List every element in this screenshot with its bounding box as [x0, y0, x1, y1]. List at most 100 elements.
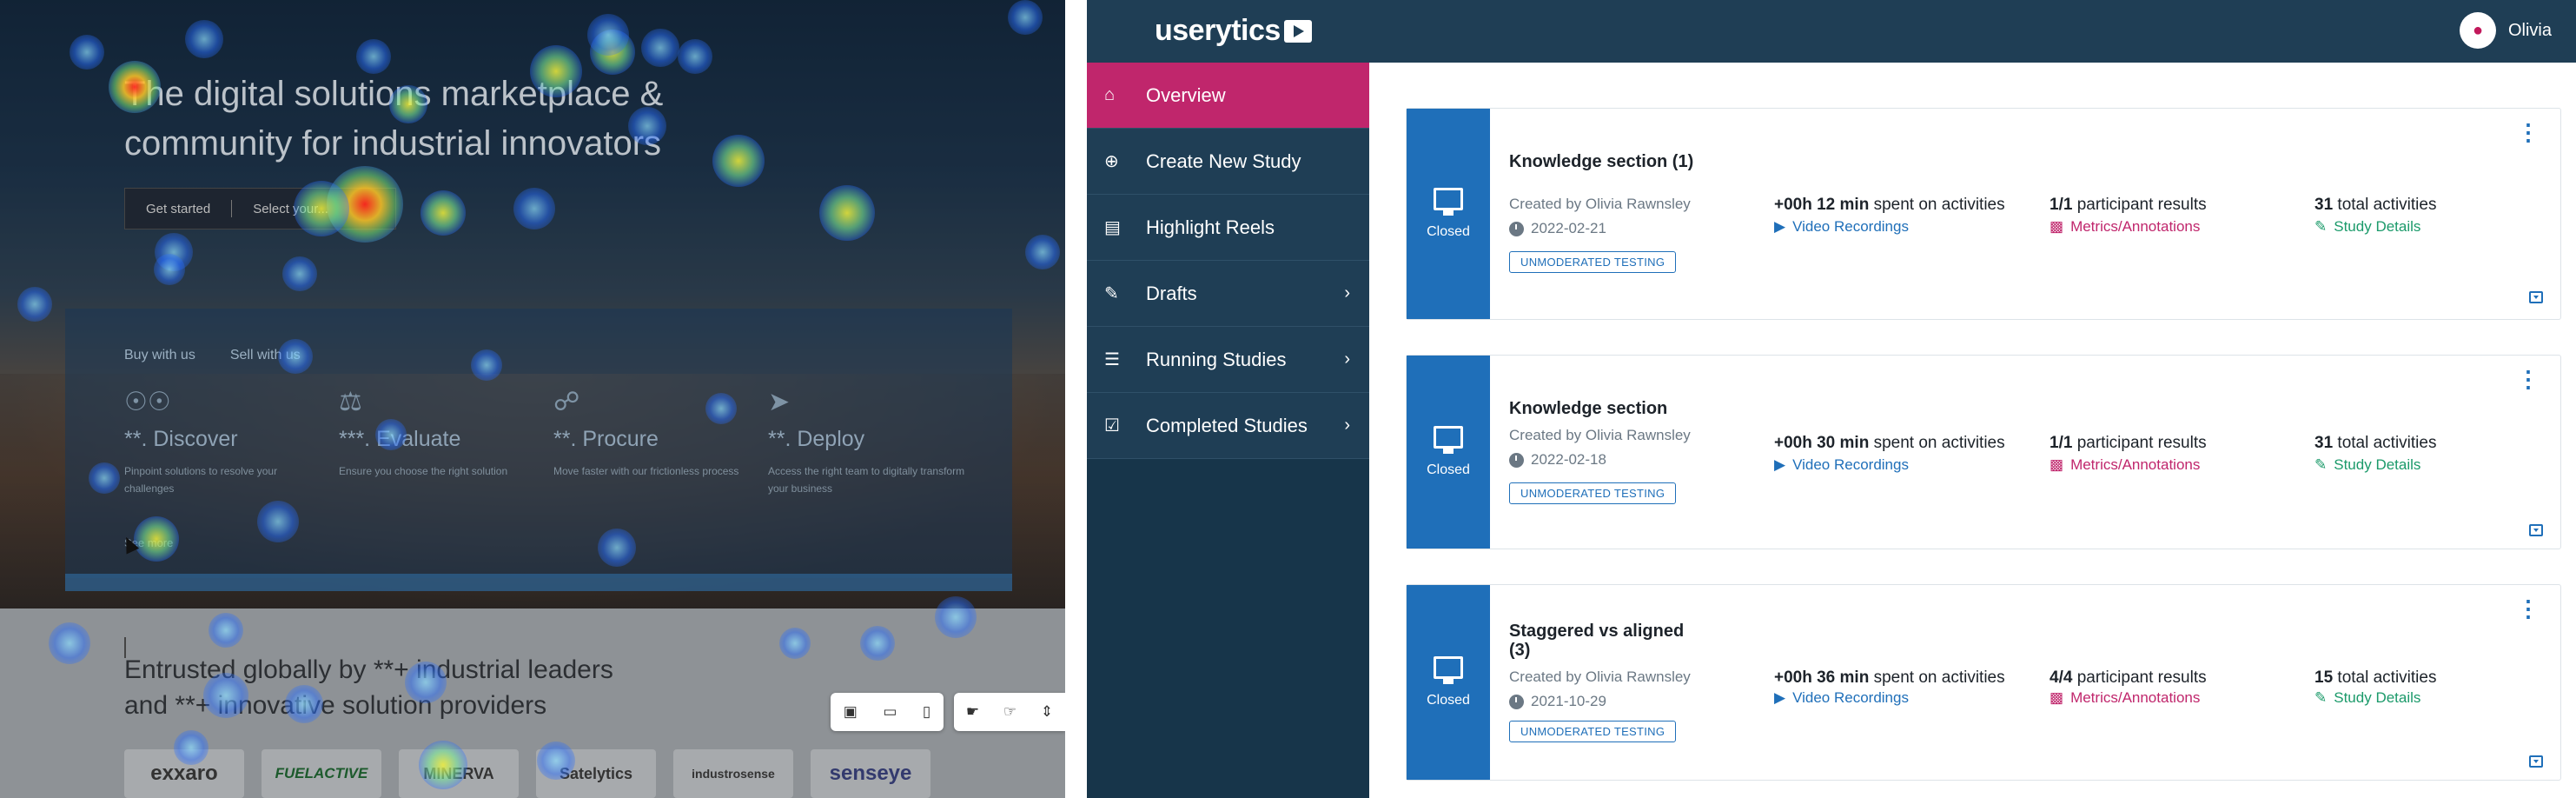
clock-icon	[1509, 694, 1524, 709]
buy-sell-tabs: Buy with us Sell with us	[124, 348, 301, 363]
video-recordings-link[interactable]: ▶ Video Recordings	[1774, 689, 1909, 707]
sidebar-item-label: Create New Study	[1146, 150, 1301, 172]
more-options-icon[interactable]: ⋮	[2517, 121, 2540, 143]
bar-chart-icon: ▩	[2050, 218, 2064, 235]
video-link-label: Video Recordings	[1792, 218, 1909, 235]
chevron-right-icon: ›	[1344, 349, 1350, 369]
sidebar: ⌂ Overview ⊕ Create New Study ▤ Highligh…	[1087, 63, 1369, 798]
status-label: Closed	[1427, 693, 1470, 708]
metrics-annotations-link[interactable]: ▩ Metrics/Annotations	[2050, 456, 2200, 474]
handshake-icon: ☍	[553, 388, 580, 416]
clock-icon	[1509, 221, 1524, 236]
heatmap-preview: The digital solutions marketplace & comm…	[0, 0, 1065, 798]
metrics-annotations-link[interactable]: ▩ Metrics/Annotations	[2050, 218, 2200, 236]
chevron-right-icon: ›	[1344, 283, 1350, 303]
sidebar-item-drafts[interactable]: ✎ Drafts ›	[1087, 261, 1369, 327]
participants-value: 1/1	[2050, 434, 2073, 452]
study-details-link[interactable]: ✎ Study Details	[2314, 218, 2420, 236]
step-desc: Access the right team to digitally trans…	[768, 465, 965, 495]
step-desc: Ensure you choose the right solution	[339, 465, 508, 477]
details-link-label: Study Details	[2334, 689, 2421, 706]
user-menu[interactable]: ● Olivia	[2459, 12, 2552, 49]
study-title[interactable]: Staggered vs aligned (3)	[1509, 622, 1709, 660]
user-name: Olivia	[2507, 20, 2552, 40]
participants-suffix: participant results	[2076, 196, 2207, 214]
details-link-label: Study Details	[2334, 218, 2421, 235]
more-options-icon[interactable]: ⋮	[2517, 368, 2540, 390]
study-date-value: 2022-02-21	[1531, 220, 1606, 236]
time-metric: +00h 36 min spent on activities	[1774, 668, 2005, 688]
tab-sell[interactable]: Sell with us	[230, 348, 301, 363]
participants-metric: 1/1 participant results	[2050, 196, 2207, 215]
step-title: ***. Evaluate	[339, 427, 461, 451]
video-recordings-link[interactable]: ▶ Video Recordings	[1774, 218, 1909, 236]
video-camera-icon: ▶	[1774, 689, 1786, 706]
expand-icon[interactable]	[2529, 755, 2543, 768]
status-label: Closed	[1427, 224, 1470, 239]
sidebar-item-running-studies[interactable]: ☰ Running Studies ›	[1087, 327, 1369, 393]
tablet-icon[interactable]: ▭	[883, 703, 897, 721]
rocket-icon: ➤	[768, 388, 791, 416]
client-logo-industrosense: industrosense	[673, 749, 793, 798]
userytics-app: userytics ● Olivia ⌂ Overview ⊕ Create N…	[1087, 0, 2576, 798]
test-type-badge: UNMODERATED TESTING	[1509, 721, 1677, 742]
sidebar-item-highlight-reels[interactable]: ▤ Highlight Reels	[1087, 195, 1369, 261]
client-logo-senseye: senseye	[811, 749, 930, 798]
time-suffix: spent on activities	[1873, 434, 2005, 452]
step-desc: Move faster with our frictionless proces…	[553, 465, 739, 477]
video-recordings-link[interactable]: ▶ Video Recordings	[1774, 456, 1909, 474]
metrics-annotations-link[interactable]: ▩ Metrics/Annotations	[2050, 689, 2200, 707]
study-creator: Created by Olivia Rawnsley	[1509, 668, 1691, 685]
participants-suffix: participant results	[2076, 434, 2207, 452]
expand-icon[interactable]	[2529, 524, 2543, 536]
more-options-icon[interactable]: ⋮	[2517, 597, 2540, 620]
hero-title-line1: The digital solutions marketplace &	[124, 75, 664, 113]
bar-chart-icon: ▩	[2050, 456, 2064, 473]
brand-logo[interactable]: userytics	[1155, 14, 1312, 48]
study-title[interactable]: Knowledge section	[1509, 399, 1709, 418]
step-desc: Pinpoint solutions to resolve your chall…	[124, 465, 278, 495]
study-creator: Created by Olivia Rawnsley	[1509, 196, 1691, 212]
select-your-button[interactable]: Select your...	[232, 202, 349, 216]
study-details-link[interactable]: ✎ Study Details	[2314, 456, 2420, 474]
tab-buy[interactable]: Buy with us	[124, 348, 195, 363]
sidebar-item-label: Completed Studies	[1146, 414, 1308, 436]
binoculars-icon: ☉☉	[124, 388, 171, 416]
step-evaluate: ⚖ ***. Evaluate Ensure you choose the ri…	[339, 387, 539, 480]
mobile-icon[interactable]: ▯	[923, 703, 930, 721]
participants-value: 4/4	[2050, 668, 2073, 687]
client-logo-minerva: MINERVA	[399, 749, 519, 798]
monitor-icon	[1434, 656, 1463, 684]
map-mode-toolbar: ☛ ☞ ⇕	[954, 693, 1065, 731]
entrusted-line1: Entrusted globally by **+ industrial lea…	[124, 655, 613, 684]
scroll-map-icon[interactable]: ⇕	[1041, 703, 1053, 721]
sidebar-item-completed-studies[interactable]: ☑ Completed Studies ›	[1087, 393, 1369, 459]
participants-value: 1/1	[2050, 196, 2073, 214]
move-map-icon[interactable]: ☞	[1003, 703, 1016, 721]
activities-metric: 15 total activities	[2314, 668, 2436, 688]
top-bar: userytics ● Olivia	[1087, 0, 2576, 63]
study-date: 2021-10-29	[1509, 693, 1606, 710]
video-link-label: Video Recordings	[1792, 689, 1909, 706]
expand-icon[interactable]	[2529, 291, 2543, 303]
check-square-icon: ☑	[1104, 416, 1120, 436]
get-started-button[interactable]: Get started	[125, 202, 231, 216]
study-card: Closed Knowledge section Created by Oliv…	[1406, 355, 2561, 549]
click-map-icon[interactable]: ☛	[966, 703, 979, 721]
film-icon: ▤	[1104, 218, 1121, 237]
time-value: +00h 12 min	[1774, 196, 1870, 214]
study-details-link[interactable]: ✎ Study Details	[2314, 689, 2420, 707]
study-title[interactable]: Knowledge section (1)	[1509, 152, 1709, 171]
desktop-icon[interactable]: ▣	[844, 703, 858, 721]
chevron-right-icon: ›	[1344, 416, 1350, 435]
scales-icon: ⚖	[339, 388, 362, 416]
pencil-icon: ✎	[2314, 218, 2328, 235]
metrics-link-label: Metrics/Annotations	[2070, 456, 2201, 473]
time-value: +00h 30 min	[1774, 434, 1870, 452]
step-title: **. Discover	[124, 427, 238, 451]
video-camera-icon: ▶	[1774, 218, 1786, 235]
sidebar-item-create-new-study[interactable]: ⊕ Create New Study	[1087, 129, 1369, 195]
time-metric: +00h 12 min spent on activities	[1774, 196, 2005, 215]
entrusted-line2: and **+ innovative solution providers	[124, 691, 547, 720]
sidebar-item-overview[interactable]: ⌂ Overview	[1087, 63, 1369, 129]
